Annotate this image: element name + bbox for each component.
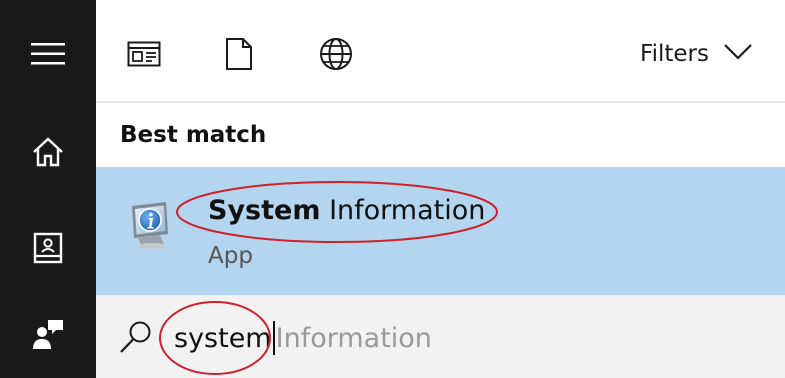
home-icon xyxy=(33,137,63,167)
notebook-icon xyxy=(33,232,63,264)
hamburger-menu-button[interactable] xyxy=(0,22,96,86)
feedback-button[interactable] xyxy=(0,302,96,366)
search-autocomplete-suggestion: Information xyxy=(275,323,432,354)
result-title: System Information xyxy=(208,195,485,226)
result-type-label: App xyxy=(208,243,253,269)
notebook-button[interactable] xyxy=(0,216,96,280)
feedback-icon xyxy=(33,320,63,349)
web-scope-button[interactable] xyxy=(314,32,358,76)
result-title-rest: Information xyxy=(320,195,486,226)
search-input[interactable]: system Information xyxy=(174,321,432,355)
best-match-heading: Best match xyxy=(120,122,267,148)
documents-icon xyxy=(226,38,252,70)
search-box[interactable]: system Information xyxy=(96,295,785,378)
system-information-app-icon xyxy=(126,200,178,252)
search-typed-text: system xyxy=(174,323,272,354)
best-match-result[interactable]: System Information App xyxy=(96,167,785,295)
search-panel: Filters Best match System Information Ap… xyxy=(0,0,785,378)
filters-dropdown[interactable]: Filters xyxy=(640,34,753,74)
apps-scope-button[interactable] xyxy=(122,32,166,76)
text-caret xyxy=(272,321,275,355)
home-button[interactable] xyxy=(0,120,96,184)
result-title-match: System xyxy=(208,195,321,226)
apps-icon xyxy=(127,41,161,67)
documents-scope-button[interactable] xyxy=(217,32,261,76)
filters-label: Filters xyxy=(640,41,709,67)
left-rail xyxy=(0,0,96,378)
web-icon xyxy=(320,38,352,70)
chevron-down-icon xyxy=(723,41,753,67)
hamburger-menu-icon xyxy=(31,43,65,65)
search-icon xyxy=(120,321,151,353)
search-scope-toolbar: Filters xyxy=(96,0,785,103)
